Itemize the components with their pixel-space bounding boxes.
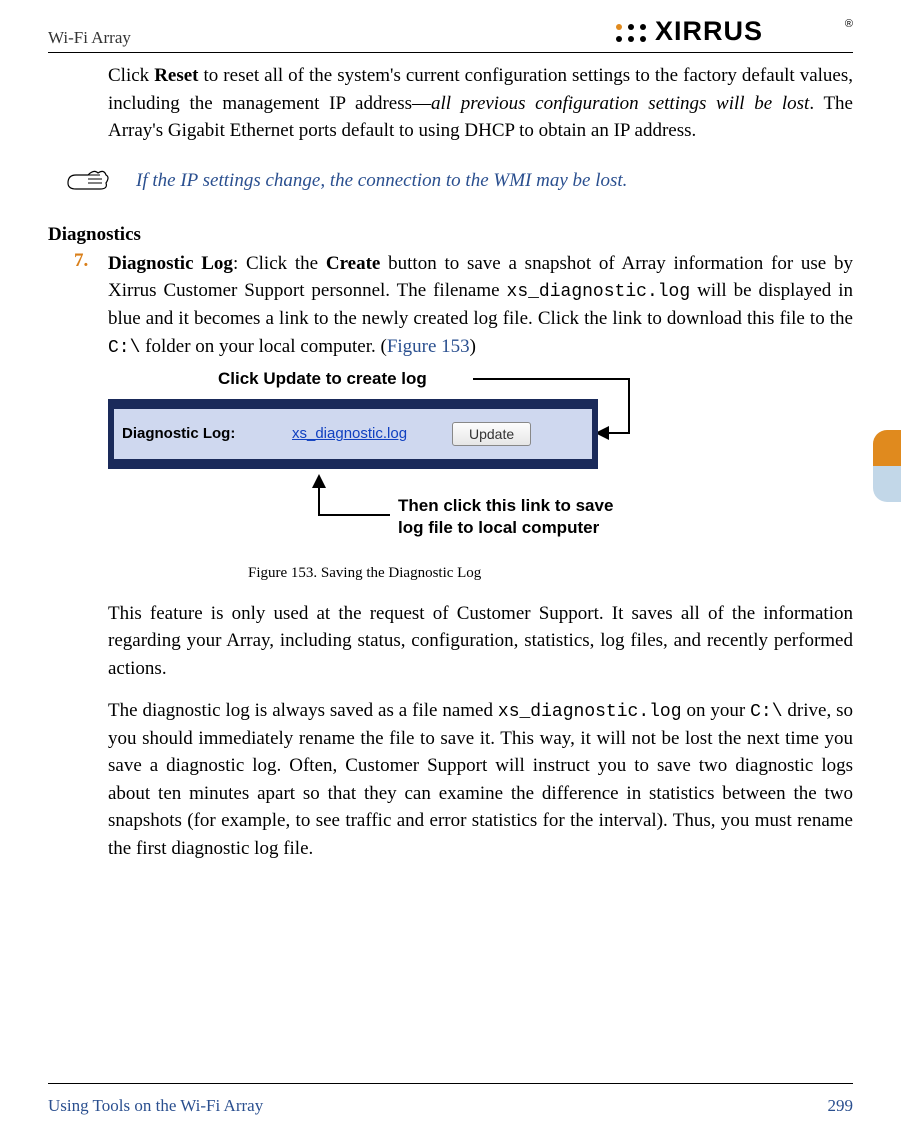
arrow-line [609, 432, 629, 434]
text: : Click the [233, 253, 326, 274]
diagnostics-heading: Diagnostics [48, 224, 853, 246]
page: Wi-Fi Array XIRRUS ® Click Reset to rese… [0, 0, 901, 1136]
header: Wi-Fi Array XIRRUS ® [48, 18, 853, 48]
logo-text: XIRRUS [655, 16, 763, 47]
path-code: C:\ [108, 338, 140, 358]
create-keyword: Create [326, 253, 381, 274]
text: log file to local computer [398, 518, 599, 537]
update-button[interactable]: Update [452, 422, 531, 446]
note-callout: If the IP settings change, the connectio… [64, 163, 853, 200]
brand-logo: XIRRUS ® [613, 18, 853, 48]
text: Then click this link to save [398, 496, 613, 515]
logo-dots-icon [613, 21, 649, 45]
content-area: Click Reset to reset all of the system's… [48, 62, 853, 1072]
doc-title: Wi-Fi Array [48, 28, 131, 48]
arrow-line [318, 514, 390, 516]
side-tab-icon [873, 430, 901, 502]
path-code: C:\ [750, 702, 782, 722]
pointing-hand-icon [64, 163, 112, 200]
diagnostic-log-label: Diagnostic Log [108, 253, 233, 274]
header-rule [48, 52, 853, 53]
list-number: 7. [74, 250, 108, 361]
text: ) [470, 336, 476, 357]
filename-code: xs_diagnostic.log [498, 702, 682, 722]
list-item-7: 7. Diagnostic Log: Click the Create butt… [48, 250, 853, 361]
arrow-head-icon [312, 474, 326, 488]
paragraph-feature: This feature is only used at the request… [108, 600, 853, 683]
screenshot-row: Diagnostic Log: xs_diagnostic.log Update [114, 409, 592, 459]
text: Click [108, 65, 154, 86]
diagnostic-log-link[interactable]: xs_diagnostic.log [292, 425, 452, 442]
text: The diagnostic log is always saved as a … [108, 700, 498, 721]
page-number: 299 [828, 1096, 854, 1116]
arrow-line [628, 378, 630, 434]
annotation-save-link: Then click this link to save log file to… [398, 495, 613, 539]
note-text: If the IP settings change, the connectio… [136, 170, 627, 192]
logo-registered-icon: ® [845, 18, 853, 30]
arrow-line [318, 487, 320, 514]
footer-rule [48, 1083, 853, 1084]
paragraph-rename: The diagnostic log is always saved as a … [108, 697, 853, 863]
text: folder on your local computer. ( [140, 336, 386, 357]
footer: Using Tools on the Wi-Fi Array 299 [48, 1096, 853, 1116]
annotation-update: Click Update to create log [218, 369, 427, 389]
list-body: Diagnostic Log: Click the Create button … [108, 250, 853, 361]
screenshot-panel: Diagnostic Log: xs_diagnostic.log Update [108, 399, 598, 469]
filename-code: xs_diagnostic.log [507, 282, 691, 302]
footer-section: Using Tools on the Wi-Fi Array [48, 1096, 263, 1116]
diagnostic-log-label: Diagnostic Log: [122, 425, 292, 442]
figure-153: Click Update to create log Diagnostic Lo… [108, 369, 853, 579]
reset-keyword: Reset [154, 65, 198, 86]
arrow-line [473, 378, 628, 380]
paragraph-reset: Click Reset to reset all of the system's… [108, 62, 853, 145]
warning-italic: all previous configuration settings will… [431, 93, 809, 114]
figure-link[interactable]: Figure 153 [387, 336, 470, 357]
text: on your [682, 700, 751, 721]
text: drive, so you should immediately rename … [108, 700, 853, 859]
